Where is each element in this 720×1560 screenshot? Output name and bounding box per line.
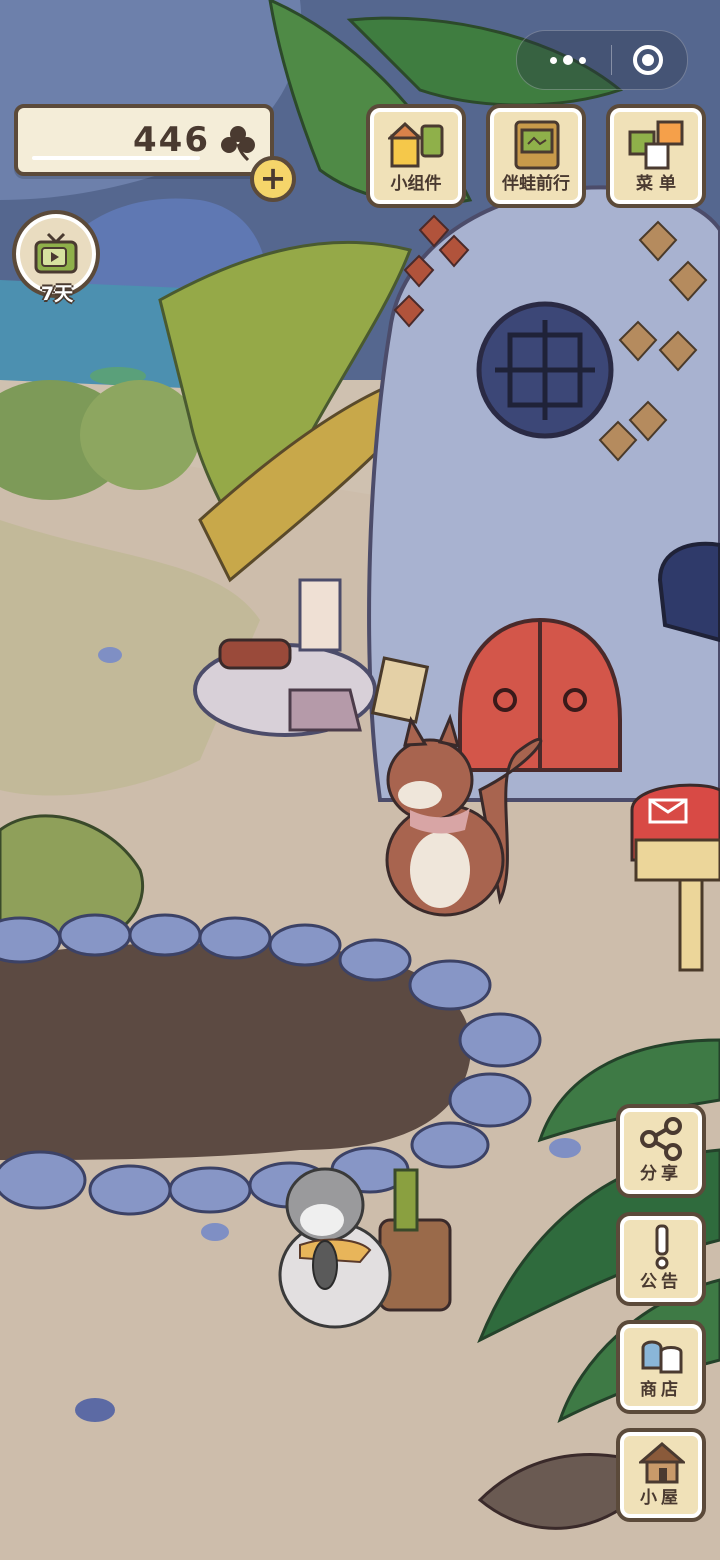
target-icon[interactable] bbox=[633, 45, 663, 75]
travel-album-button[interactable]: 伴蛙前行 bbox=[486, 104, 586, 208]
house-icon bbox=[639, 1442, 685, 1484]
plus-icon: + bbox=[259, 158, 287, 197]
announcement-button[interactable]: 公告 bbox=[616, 1212, 706, 1306]
album-icon bbox=[514, 120, 560, 170]
game-scene bbox=[0, 0, 720, 1560]
widget-button[interactable]: 小组件 bbox=[366, 104, 466, 208]
menu-button[interactable]: 菜 单 bbox=[606, 104, 706, 208]
add-clover-button[interactable]: + bbox=[250, 156, 296, 202]
shop-bags-icon bbox=[641, 1340, 683, 1374]
widget-icon bbox=[388, 121, 444, 168]
home-button[interactable]: 小屋 bbox=[616, 1428, 706, 1522]
share-icon bbox=[640, 1117, 682, 1161]
share-button[interactable]: 分享 bbox=[616, 1104, 706, 1198]
tv-icon bbox=[34, 232, 78, 274]
clover-balance: 446 bbox=[14, 104, 274, 176]
clover-icon bbox=[221, 126, 255, 162]
menu-cards-icon bbox=[628, 120, 684, 170]
miniprogram-capsule bbox=[516, 30, 688, 90]
dirt-plot bbox=[0, 943, 472, 1160]
tv-reward-days: 7天 bbox=[40, 283, 74, 305]
more-dots-icon[interactable] bbox=[539, 46, 597, 74]
exclamation-icon bbox=[655, 1224, 669, 1270]
shop-button[interactable]: 商店 bbox=[616, 1320, 706, 1414]
clover-count: 446 bbox=[133, 120, 210, 160]
